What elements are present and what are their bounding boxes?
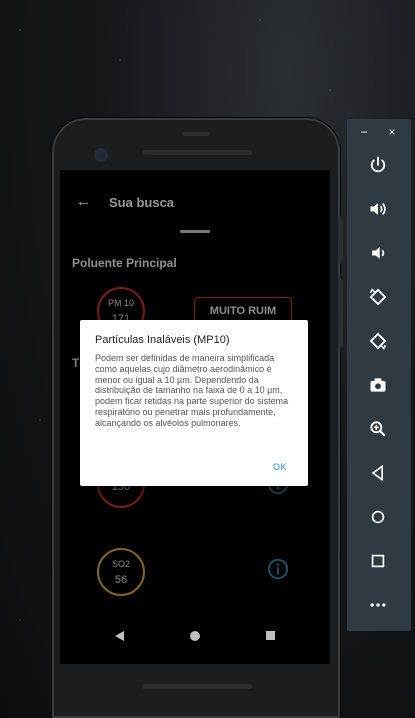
nav-home-icon[interactable] (190, 631, 200, 641)
nav-recents-icon[interactable] (266, 631, 275, 640)
rotate-left-button[interactable] (363, 282, 393, 312)
dialog-title: Partículas Inaláveis (MP10) (95, 334, 230, 346)
rotate-left-icon (369, 288, 387, 306)
emulator-toolbar: − × (347, 119, 411, 631)
info-dialog: Partículas Inaláveis (MP10) Podem ser de… (80, 320, 308, 486)
more-icon (370, 603, 386, 607)
ok-button[interactable]: OK (273, 462, 287, 472)
volume-down-icon (372, 247, 385, 259)
rotate-right-icon (369, 332, 387, 350)
home-icon (371, 510, 385, 524)
overview-icon (371, 554, 385, 568)
volume-up-icon (370, 202, 386, 216)
side-button-power[interactable] (338, 218, 343, 262)
toolbar-window-controls: − × (347, 125, 411, 139)
volume-up-button[interactable] (363, 194, 393, 224)
speaker-grill (182, 132, 210, 136)
front-camera (96, 150, 106, 160)
power-icon (370, 156, 386, 173)
home-button[interactable] (363, 502, 393, 532)
close-button[interactable]: × (385, 125, 399, 139)
bottom-speaker (142, 684, 252, 689)
nav-back-icon[interactable] (115, 631, 124, 641)
more-button[interactable] (363, 590, 393, 620)
android-nav-bar (60, 623, 330, 653)
back-icon (371, 464, 383, 482)
back-button[interactable] (363, 458, 393, 488)
rotate-right-button[interactable] (363, 326, 393, 356)
power-button[interactable] (363, 150, 393, 180)
screenshot-button[interactable] (363, 370, 393, 400)
dialog-body: Podem ser definidas de maneira simplific… (95, 353, 289, 428)
zoom-icon (370, 421, 386, 437)
side-button-volume[interactable] (338, 278, 343, 348)
phone-screen: ← Sua busca Poluente Principal PM 10 171… (60, 170, 330, 664)
earpiece (142, 150, 252, 155)
overview-button[interactable] (363, 546, 393, 576)
minimize-button[interactable]: − (357, 125, 371, 139)
zoom-button[interactable] (363, 414, 393, 444)
camera-icon (370, 378, 386, 392)
volume-down-button[interactable] (363, 238, 393, 268)
